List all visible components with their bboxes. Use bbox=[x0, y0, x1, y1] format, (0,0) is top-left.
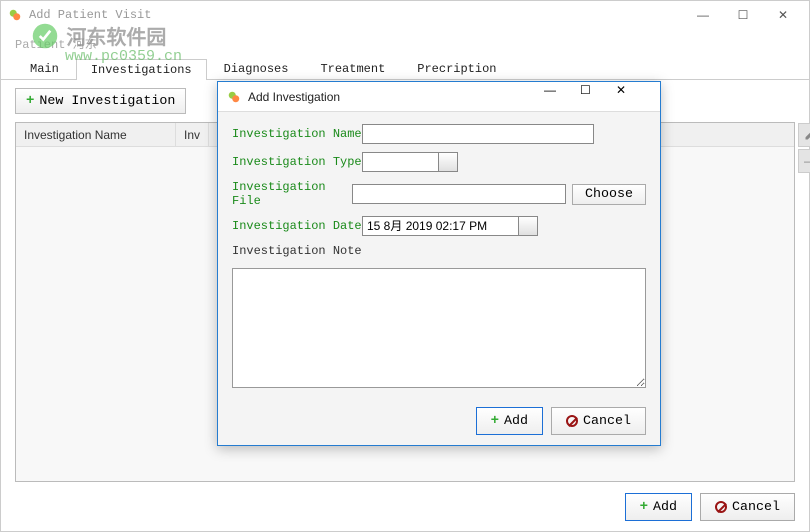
app-icon bbox=[7, 7, 23, 23]
investigation-file-input[interactable] bbox=[352, 184, 566, 204]
investigation-date-input[interactable]: 15 8月 2019 02:17 PM bbox=[362, 216, 538, 236]
dialog-add-button[interactable]: + Add bbox=[476, 407, 543, 435]
dialog-add-label: Add bbox=[504, 414, 528, 429]
choose-file-button[interactable]: Choose bbox=[572, 184, 646, 205]
dialog-close-button[interactable]: ✕ bbox=[616, 83, 652, 111]
tab-investigations[interactable]: Investigations bbox=[76, 59, 207, 80]
plus-icon: + bbox=[491, 413, 499, 429]
window-title: Add Patient Visit bbox=[29, 8, 683, 22]
new-investigation-button[interactable]: + New Investigation bbox=[15, 88, 186, 114]
patient-label-row: Patient 河东 bbox=[1, 29, 809, 58]
column-inv[interactable]: Inv bbox=[176, 123, 209, 146]
dialog-cancel-label: Cancel bbox=[583, 414, 631, 429]
investigation-date-label: Investigation Date bbox=[232, 219, 362, 233]
tab-diagnoses[interactable]: Diagnoses bbox=[209, 58, 304, 79]
column-investigation-name[interactable]: Investigation Name bbox=[16, 123, 176, 146]
close-button[interactable]: ✕ bbox=[763, 1, 803, 29]
add-label: Add bbox=[653, 500, 677, 515]
maximize-button[interactable]: ☐ bbox=[723, 1, 763, 29]
patient-name: 河东 bbox=[73, 38, 97, 52]
investigation-name-label: Investigation Name bbox=[232, 127, 362, 141]
investigation-date-value: 15 8月 2019 02:17 PM bbox=[367, 219, 487, 233]
dialog-cancel-button[interactable]: Cancel bbox=[551, 407, 646, 435]
investigation-type-select[interactable] bbox=[362, 152, 458, 172]
plus-icon: + bbox=[26, 93, 34, 109]
minimize-button[interactable]: — bbox=[683, 1, 723, 29]
investigation-note-textarea[interactable] bbox=[232, 268, 646, 388]
investigation-note-label: Investigation Note bbox=[232, 244, 362, 258]
new-investigation-label: New Investigation bbox=[39, 94, 175, 109]
cancel-label: Cancel bbox=[732, 500, 780, 515]
patient-label: Patient bbox=[15, 38, 65, 52]
add-button[interactable]: + Add bbox=[625, 493, 692, 521]
edit-row-button[interactable] bbox=[798, 123, 810, 147]
remove-row-button[interactable]: — bbox=[798, 149, 810, 173]
investigation-type-label: Investigation Type bbox=[232, 155, 362, 169]
cancel-icon bbox=[715, 501, 727, 513]
tab-treatment[interactable]: Treatment bbox=[305, 58, 400, 79]
plus-icon: + bbox=[640, 499, 648, 515]
chevron-down-icon bbox=[524, 223, 532, 228]
cancel-button[interactable]: Cancel bbox=[700, 493, 795, 521]
tabbar: Main Investigations Diagnoses Treatment … bbox=[1, 58, 809, 80]
tab-prescription[interactable]: Precription bbox=[402, 58, 511, 79]
titlebar: Add Patient Visit — ☐ ✕ bbox=[1, 1, 809, 29]
dialog-titlebar: Add Investigation — ☐ ✕ bbox=[218, 82, 660, 112]
add-investigation-dialog: Add Investigation — ☐ ✕ Investigation Na… bbox=[217, 81, 661, 446]
dialog-minimize-button[interactable]: — bbox=[544, 83, 580, 111]
dialog-icon bbox=[226, 89, 242, 105]
footer-actions: + Add Cancel bbox=[625, 493, 795, 521]
investigation-name-input[interactable] bbox=[362, 124, 594, 144]
dialog-maximize-button[interactable]: ☐ bbox=[580, 83, 616, 111]
cancel-icon bbox=[566, 415, 578, 427]
investigation-file-label: Investigation File bbox=[232, 180, 352, 208]
tab-main[interactable]: Main bbox=[15, 58, 74, 79]
dialog-title: Add Investigation bbox=[248, 90, 544, 104]
chevron-down-icon bbox=[444, 159, 452, 164]
